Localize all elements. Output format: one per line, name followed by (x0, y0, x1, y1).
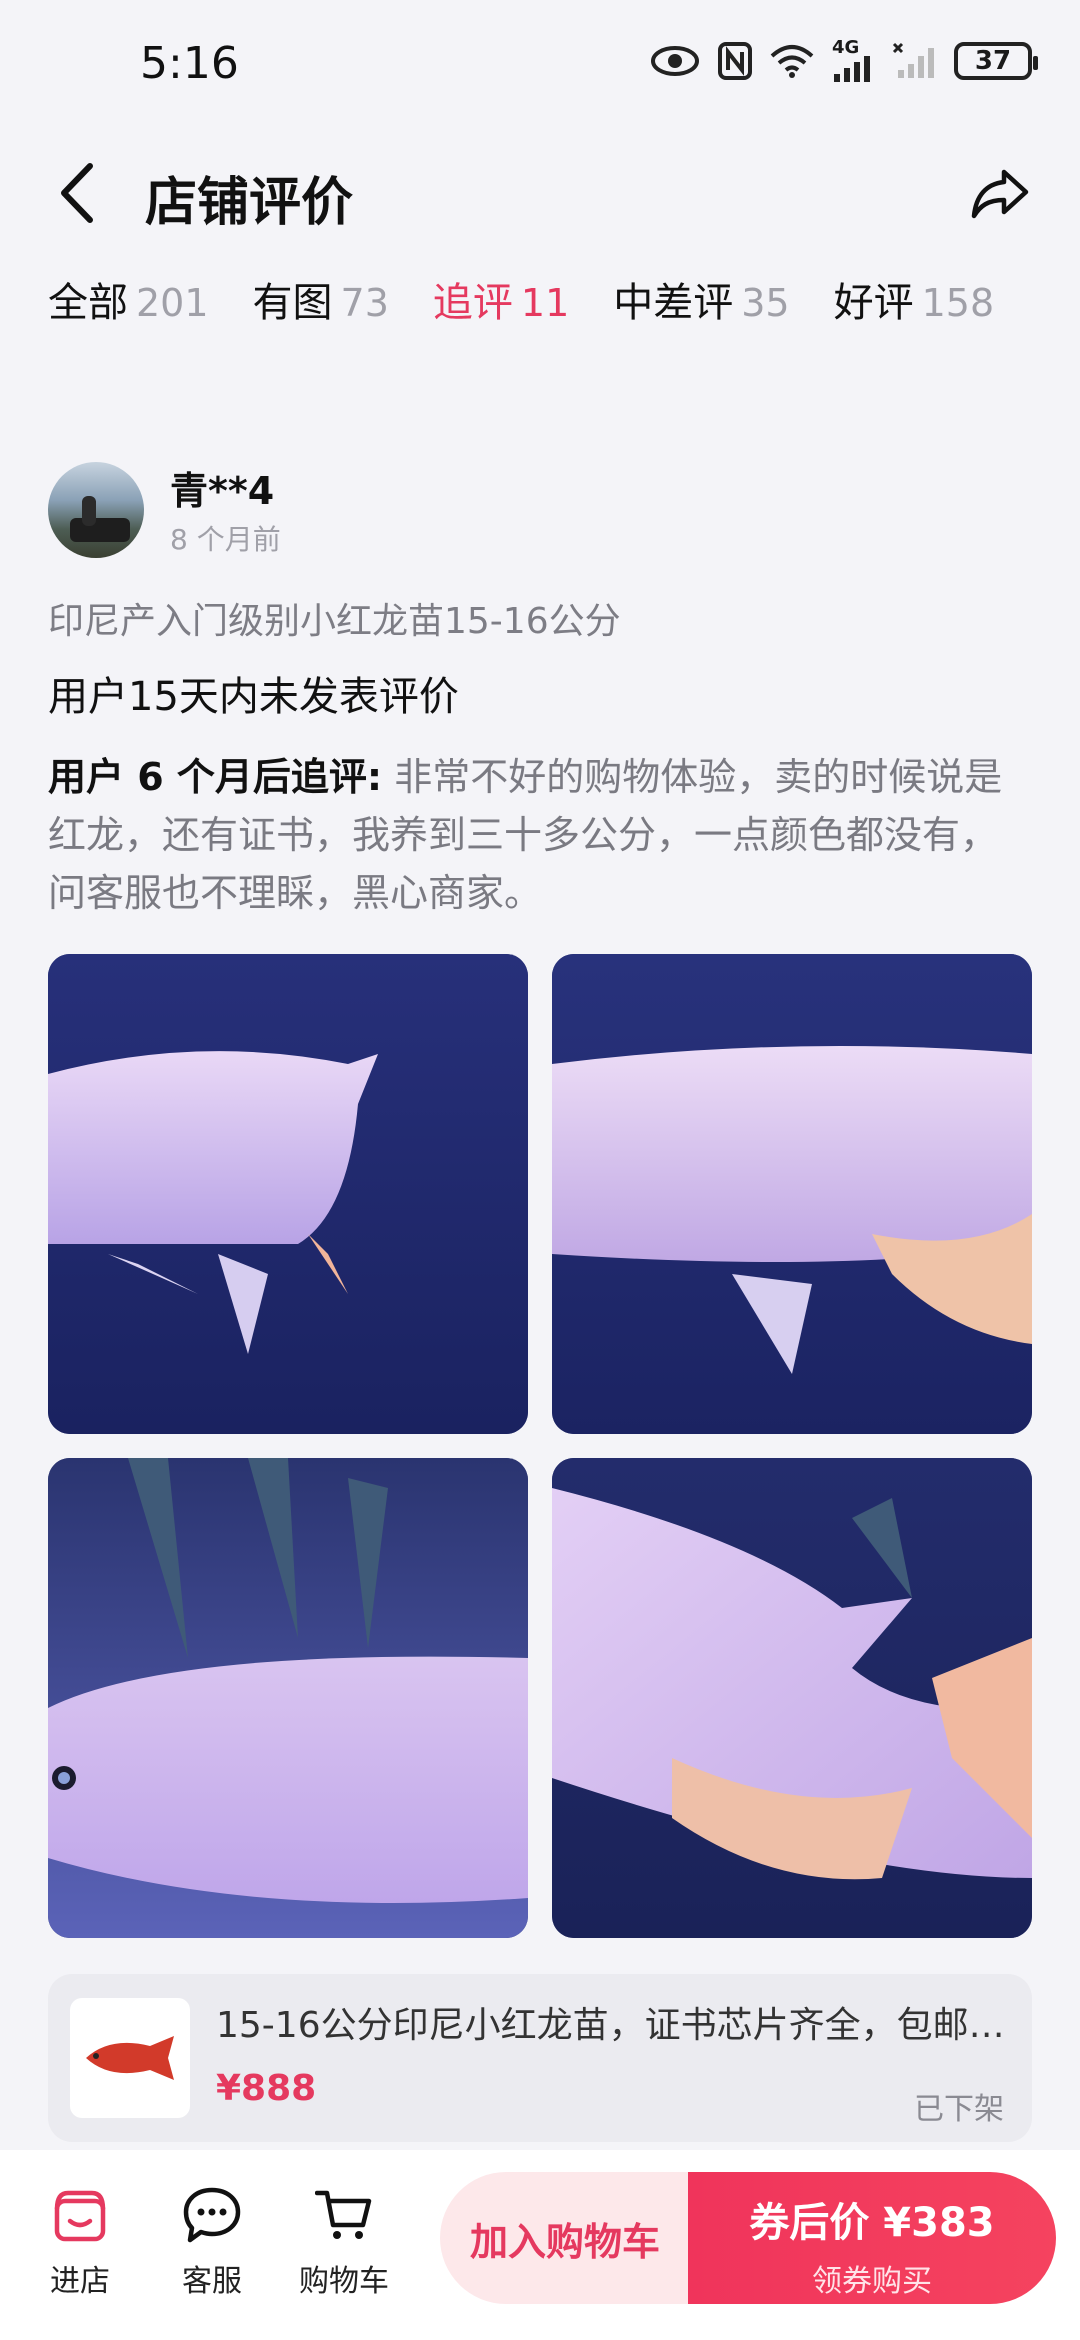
tab-label: 追评 (432, 280, 513, 326)
status-bar: 5:16 4G 37 (0, 0, 1080, 130)
no-signal-icon (892, 42, 936, 80)
review-photo[interactable] (48, 1458, 528, 1938)
shopping-cart-label: 购物车 (299, 2264, 389, 2299)
tab-count: 35 (741, 281, 790, 325)
product-price: ¥888 (216, 2068, 317, 2109)
tab-label: 中差评 (613, 280, 734, 326)
cellular-signal-icon: 4G (832, 37, 874, 82)
product-thumbnail (70, 1998, 190, 2118)
avatar[interactable] (48, 462, 144, 558)
bottom-action-bar: 进店 客服 购物车 加入购物车 券后价 ¥383 领券购买 (0, 2150, 1080, 2340)
product-card[interactable]: 15-16公分印尼小红龙苗，证书芯片齐全，包邮… ¥888 已下架 (48, 1974, 1032, 2142)
product-title: 15-16公分印尼小红龙苗，证书芯片齐全，包邮… (216, 2005, 1005, 2046)
review-text: 用户15天内未发表评价 (48, 674, 459, 720)
tab-count: 11 (520, 281, 570, 325)
back-button[interactable] (50, 158, 110, 228)
tab-all[interactable]: 全部 201 (48, 270, 209, 328)
tab-with-photos[interactable]: 有图 73 (253, 270, 389, 328)
coupon-price-label: 券后价 ¥383 (749, 2200, 995, 2246)
shopping-cart-button[interactable]: 购物车 (294, 2184, 394, 2300)
tab-positive[interactable]: 好评 158 (834, 270, 995, 328)
review-photo[interactable] (48, 954, 528, 1434)
header: 店铺评价 (0, 140, 1080, 240)
shopping-cart-icon (294, 2184, 394, 2246)
fish-icon (86, 2036, 174, 2080)
tab-label: 好评 (833, 280, 914, 326)
reviewer-name: 青**4 (170, 469, 275, 513)
store-label: 进店 (50, 2264, 110, 2299)
store-icon (30, 2184, 130, 2246)
eye-icon (650, 44, 700, 78)
tab-count: 158 (921, 281, 995, 325)
customer-service-label: 客服 (182, 2264, 242, 2299)
followup-label: 用户 6 个月后追评: (48, 755, 383, 799)
status-icons: 4G 37 (650, 37, 1038, 82)
tab-followup[interactable]: 追评 11 (433, 270, 569, 328)
chevron-left-icon (61, 163, 93, 223)
tab-count: 201 (136, 281, 209, 325)
avatar-person-shape (82, 496, 96, 526)
customer-service-button[interactable]: 客服 (162, 2184, 262, 2300)
share-button[interactable] (968, 160, 1034, 226)
review-photo[interactable] (552, 1458, 1032, 1938)
tab-count: 73 (340, 281, 389, 325)
tab-label: 有图 (252, 280, 333, 326)
product-status: 已下架 (914, 2092, 1004, 2127)
product-spec: 印尼产入门级别小红龙苗15-16公分 (48, 601, 621, 642)
tab-negative[interactable]: 中差评 35 (613, 270, 789, 328)
wifi-icon (770, 44, 814, 78)
store-review-page: 5:16 4G 37 店铺评价 全部 201 有图 73 追评 11 中差评 3… (0, 0, 1080, 2340)
battery-icon: 37 (954, 42, 1038, 80)
status-time: 5:16 (140, 38, 239, 89)
add-to-cart-button[interactable]: 加入购物车 (440, 2172, 690, 2304)
followup-review: 用户 6 个月后追评: 非常不好的购物体验，卖的时候说是红龙，还有证书，我养到三… (48, 748, 1032, 922)
share-icon (971, 169, 1029, 219)
page-title: 店铺评价 (145, 173, 354, 233)
chat-bubble-icon (162, 2184, 262, 2246)
review-photo[interactable] (552, 954, 1032, 1434)
network-type-label: 4G (832, 37, 860, 58)
review-time: 8 个月前 (170, 523, 281, 556)
claim-coupon-label: 领券购买 (812, 2264, 932, 2299)
nfc-icon (718, 42, 752, 80)
buy-with-coupon-button[interactable]: 券后价 ¥383 领券购买 (688, 2172, 1056, 2304)
avatar-car-shape (70, 518, 130, 542)
tab-label: 全部 (48, 280, 128, 326)
store-button[interactable]: 进店 (30, 2184, 130, 2300)
review-filter-tabs: 全部 201 有图 73 追评 11 中差评 35 好评 158 (48, 270, 994, 328)
